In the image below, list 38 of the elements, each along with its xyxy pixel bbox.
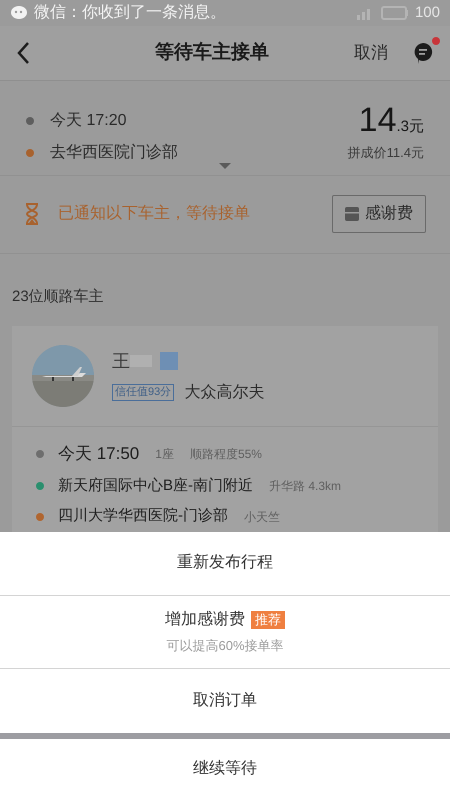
driver-count: 23位顺路车主	[11, 286, 105, 307]
notice-text: 已通知以下车主，等待接单	[58, 204, 251, 224]
driver-name: 王	[112, 350, 130, 373]
departure-time: 今天 17:50	[58, 443, 140, 466]
notification-text: 微信：你收到了一条消息。	[34, 2, 226, 24]
sheet-option[interactable]: 重新发布行程	[0, 532, 450, 596]
route-detail: 顺路程度55%	[190, 446, 262, 464]
battery-icon	[380, 6, 409, 20]
sheet-option[interactable]: 取消订单	[0, 668, 450, 733]
driver-card[interactable]: 王 信任值93分 大众高尔夫 今天 17:50 1座 顺路程度55% 新天府国际中心B座-南门附近 升华路 4.3km 四川大学华西医院-门诊部 小天竺	[12, 326, 438, 532]
expand-caret-icon[interactable]	[219, 162, 231, 169]
back-icon[interactable]	[16, 40, 30, 65]
page-title: 等待车主接单	[155, 40, 269, 65]
option-label: 取消订单	[193, 690, 257, 711]
message-icon[interactable]	[412, 40, 434, 65]
route-detail: 1座	[155, 446, 174, 464]
destination: 去华西医院门诊部	[50, 142, 178, 163]
option-label: 重新发布行程	[177, 552, 273, 574]
continue-waiting-button[interactable]: 继续等待	[0, 738, 450, 800]
trust-badge: 信任值93分	[112, 384, 174, 402]
wallet-icon	[345, 207, 359, 222]
route-stop: 四川大学华西医院-门诊部	[58, 506, 228, 526]
recommend-badge: 推荐	[251, 611, 285, 630]
sheet-option[interactable]: 增加感谢费 推荐 可以提高60%接单率	[0, 596, 450, 669]
carpool-price: 拼成价11.4元	[348, 144, 424, 162]
hourglass-icon	[24, 202, 40, 226]
car-model: 大众高尔夫	[184, 382, 264, 403]
thank-fee-button[interactable]: 感谢费	[332, 195, 426, 234]
route-detail: 小天竺	[244, 508, 280, 526]
chat-bubble-icon	[10, 5, 28, 22]
price: 14.3元	[358, 102, 424, 137]
route-stop: 新天府国际中心B座-南门附近	[58, 476, 253, 496]
option-label: 增加感谢费	[165, 610, 245, 630]
option-subtitle: 可以提高60%接单率	[166, 637, 284, 656]
cancel-link[interactable]: 取消	[354, 40, 388, 66]
departure-time: 今天 17:20	[50, 110, 126, 131]
route-detail: 升华路 4.3km	[269, 478, 342, 496]
battery-level: 100	[414, 2, 440, 23]
